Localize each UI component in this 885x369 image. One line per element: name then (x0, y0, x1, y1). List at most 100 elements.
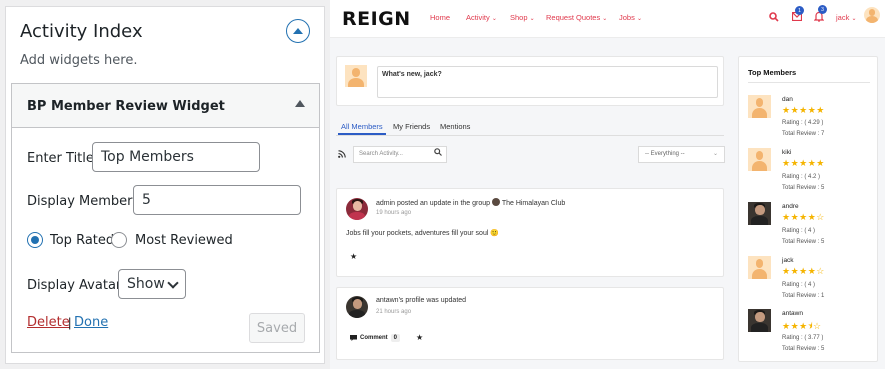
member-rating: Rating : ( 4.2 ) (782, 174, 821, 180)
top-members-widget: Top Members dan ★★★★★ Rating : ( 4.29 ) … (738, 56, 878, 362)
member-avatar-antawn[interactable] (748, 309, 771, 332)
activity-search-input[interactable]: Search Activity... (353, 146, 447, 163)
member-rating: Rating : ( 3.77 ) (782, 335, 824, 341)
member-total-review: Total Review : 5 (782, 346, 825, 352)
chevron-down-icon: ⌄ (529, 16, 535, 22)
activity-action-text: antawn's profile was updated (376, 297, 467, 304)
user-name: jack (836, 13, 850, 22)
widgets-panel: Activity Index Add widgets here. BP Memb… (0, 0, 330, 369)
member-name[interactable]: dan (782, 96, 793, 103)
chevron-down-icon (167, 277, 179, 289)
display-avatar-label: Display Avatar (27, 278, 122, 293)
member-rating: Rating : ( 4 ) (782, 282, 816, 288)
activity-time: 19 hours ago (376, 210, 412, 216)
member-total-review: Total Review : 5 (782, 185, 825, 191)
member-rating: Rating : ( 4.29 ) (782, 120, 824, 126)
tabs-divider (336, 135, 724, 136)
member-name[interactable]: andre (782, 203, 799, 210)
search-icon[interactable] (769, 12, 779, 22)
group-avatar (491, 198, 500, 206)
activity-filter-select[interactable]: -- Everything -- ⌄ (638, 146, 725, 163)
user-menu[interactable]: jack ⌄ (836, 13, 856, 22)
member-avatar-dan[interactable] (748, 95, 771, 118)
whats-new-textarea[interactable]: What's new, jack? (377, 66, 718, 98)
title-input[interactable]: Top Members (92, 142, 260, 172)
nav-request-quotes[interactable]: Request Quotes ⌄ (546, 13, 607, 22)
nav-activity[interactable]: Activity ⌄ (466, 13, 497, 22)
chevron-up-icon (293, 28, 303, 34)
top-rated-radio[interactable] (27, 232, 43, 248)
nav-home[interactable]: Home (430, 13, 450, 22)
member-avatar-kiki[interactable] (748, 148, 771, 171)
rss-icon[interactable] (338, 150, 346, 158)
most-reviewed-label: Most Reviewed (135, 233, 233, 248)
nav-jobs[interactable]: Jobs ⌄ (619, 13, 642, 22)
link-separator: | (68, 315, 72, 330)
activity-action-text: admin posted an update in the group (376, 200, 491, 207)
bp-member-review-widget: BP Member Review Widget Enter Title: Top… (11, 83, 320, 353)
comment-icon (350, 335, 357, 341)
saved-button[interactable]: Saved (249, 313, 305, 343)
member-total-review: Total Review : 5 (782, 239, 825, 245)
nav-activity-label: Activity (466, 13, 490, 22)
member-name[interactable]: antawn (782, 310, 803, 317)
activity-time: 21 hours ago (376, 309, 412, 315)
favorite-star-icon[interactable]: ★ (416, 333, 423, 342)
activity-content: Jobs fill your pockets, adventures fill … (346, 230, 500, 237)
whats-new-form: What's new, jack? (336, 56, 724, 106)
member-stars: ★★★★★ (782, 158, 825, 168)
member-avatar-jack[interactable] (748, 256, 771, 279)
member-avatar-andre[interactable] (748, 202, 771, 225)
comment-button[interactable]: Comment 0 (350, 334, 401, 342)
member-total-review: Total Review : 7 (782, 131, 825, 137)
tab-my-friends[interactable]: My Friends (393, 122, 430, 131)
admin-avatar[interactable] (346, 198, 368, 220)
comment-label: Comment (360, 335, 388, 341)
activity-filter-value: -- Everything -- (645, 151, 685, 157)
activity-meta: admin posted an update in the group The … (376, 198, 565, 207)
group-link[interactable]: The Himalayan Club (502, 200, 565, 207)
member-stars: ★★★⯨☆ (782, 321, 822, 331)
enter-title-label: Enter Title: (27, 151, 99, 166)
member-name[interactable]: jack (782, 257, 794, 264)
site-header: REIGN Home Activity ⌄ Shop ⌄ Request Quo… (330, 0, 885, 38)
site-logo[interactable]: REIGN (342, 8, 411, 30)
widget-header[interactable]: BP Member Review Widget (12, 84, 319, 128)
delete-link[interactable]: Delete (27, 315, 70, 330)
widget-collapse-arrow-icon[interactable] (295, 100, 305, 107)
display-members-input[interactable]: 5 (133, 185, 301, 215)
display-members-label: Display Members: (27, 194, 144, 209)
nav-request-quotes-label: Request Quotes (546, 13, 601, 22)
chevron-down-icon: ⌄ (636, 16, 642, 22)
nav-jobs-label: Jobs (619, 13, 635, 22)
search-icon[interactable] (434, 148, 442, 156)
tab-all-members[interactable]: All Members (341, 122, 383, 131)
tab-mentions[interactable]: Mentions (440, 122, 470, 131)
notifications-badge: 3 (818, 5, 827, 14)
activity-item: admin posted an update in the group The … (336, 188, 724, 277)
chevron-down-icon: ⌄ (602, 16, 608, 22)
member-total-review: Total Review : 1 (782, 293, 825, 299)
chevron-down-icon: ⌄ (491, 16, 497, 22)
member-name[interactable]: kiki (782, 149, 791, 156)
widget-area-description: Add widgets here. (20, 53, 138, 68)
top-rated-label: Top Rated (50, 233, 115, 248)
done-link[interactable]: Done (74, 315, 108, 330)
nav-shop[interactable]: Shop ⌄ (510, 13, 535, 22)
member-stars: ★★★★★ (782, 105, 825, 115)
antawn-avatar[interactable] (346, 296, 368, 318)
member-rating: Rating : ( 4 ) (782, 228, 816, 234)
favorite-star-icon[interactable]: ★ (350, 252, 357, 261)
nav-shop-label: Shop (510, 13, 528, 22)
user-avatar[interactable] (864, 7, 880, 23)
title-divider (748, 82, 870, 83)
comment-count: 0 (390, 334, 401, 342)
messages-badge: 1 (795, 6, 804, 15)
activity-item: antawn's profile was updated 21 hours ag… (336, 287, 724, 360)
current-user-avatar (345, 65, 367, 87)
most-reviewed-radio[interactable] (111, 232, 127, 248)
active-tab-indicator (338, 133, 386, 135)
display-avatar-select[interactable]: Show (118, 269, 186, 299)
widget-area-collapse-button[interactable] (286, 19, 310, 43)
display-avatar-selected-value: Show (127, 276, 165, 292)
